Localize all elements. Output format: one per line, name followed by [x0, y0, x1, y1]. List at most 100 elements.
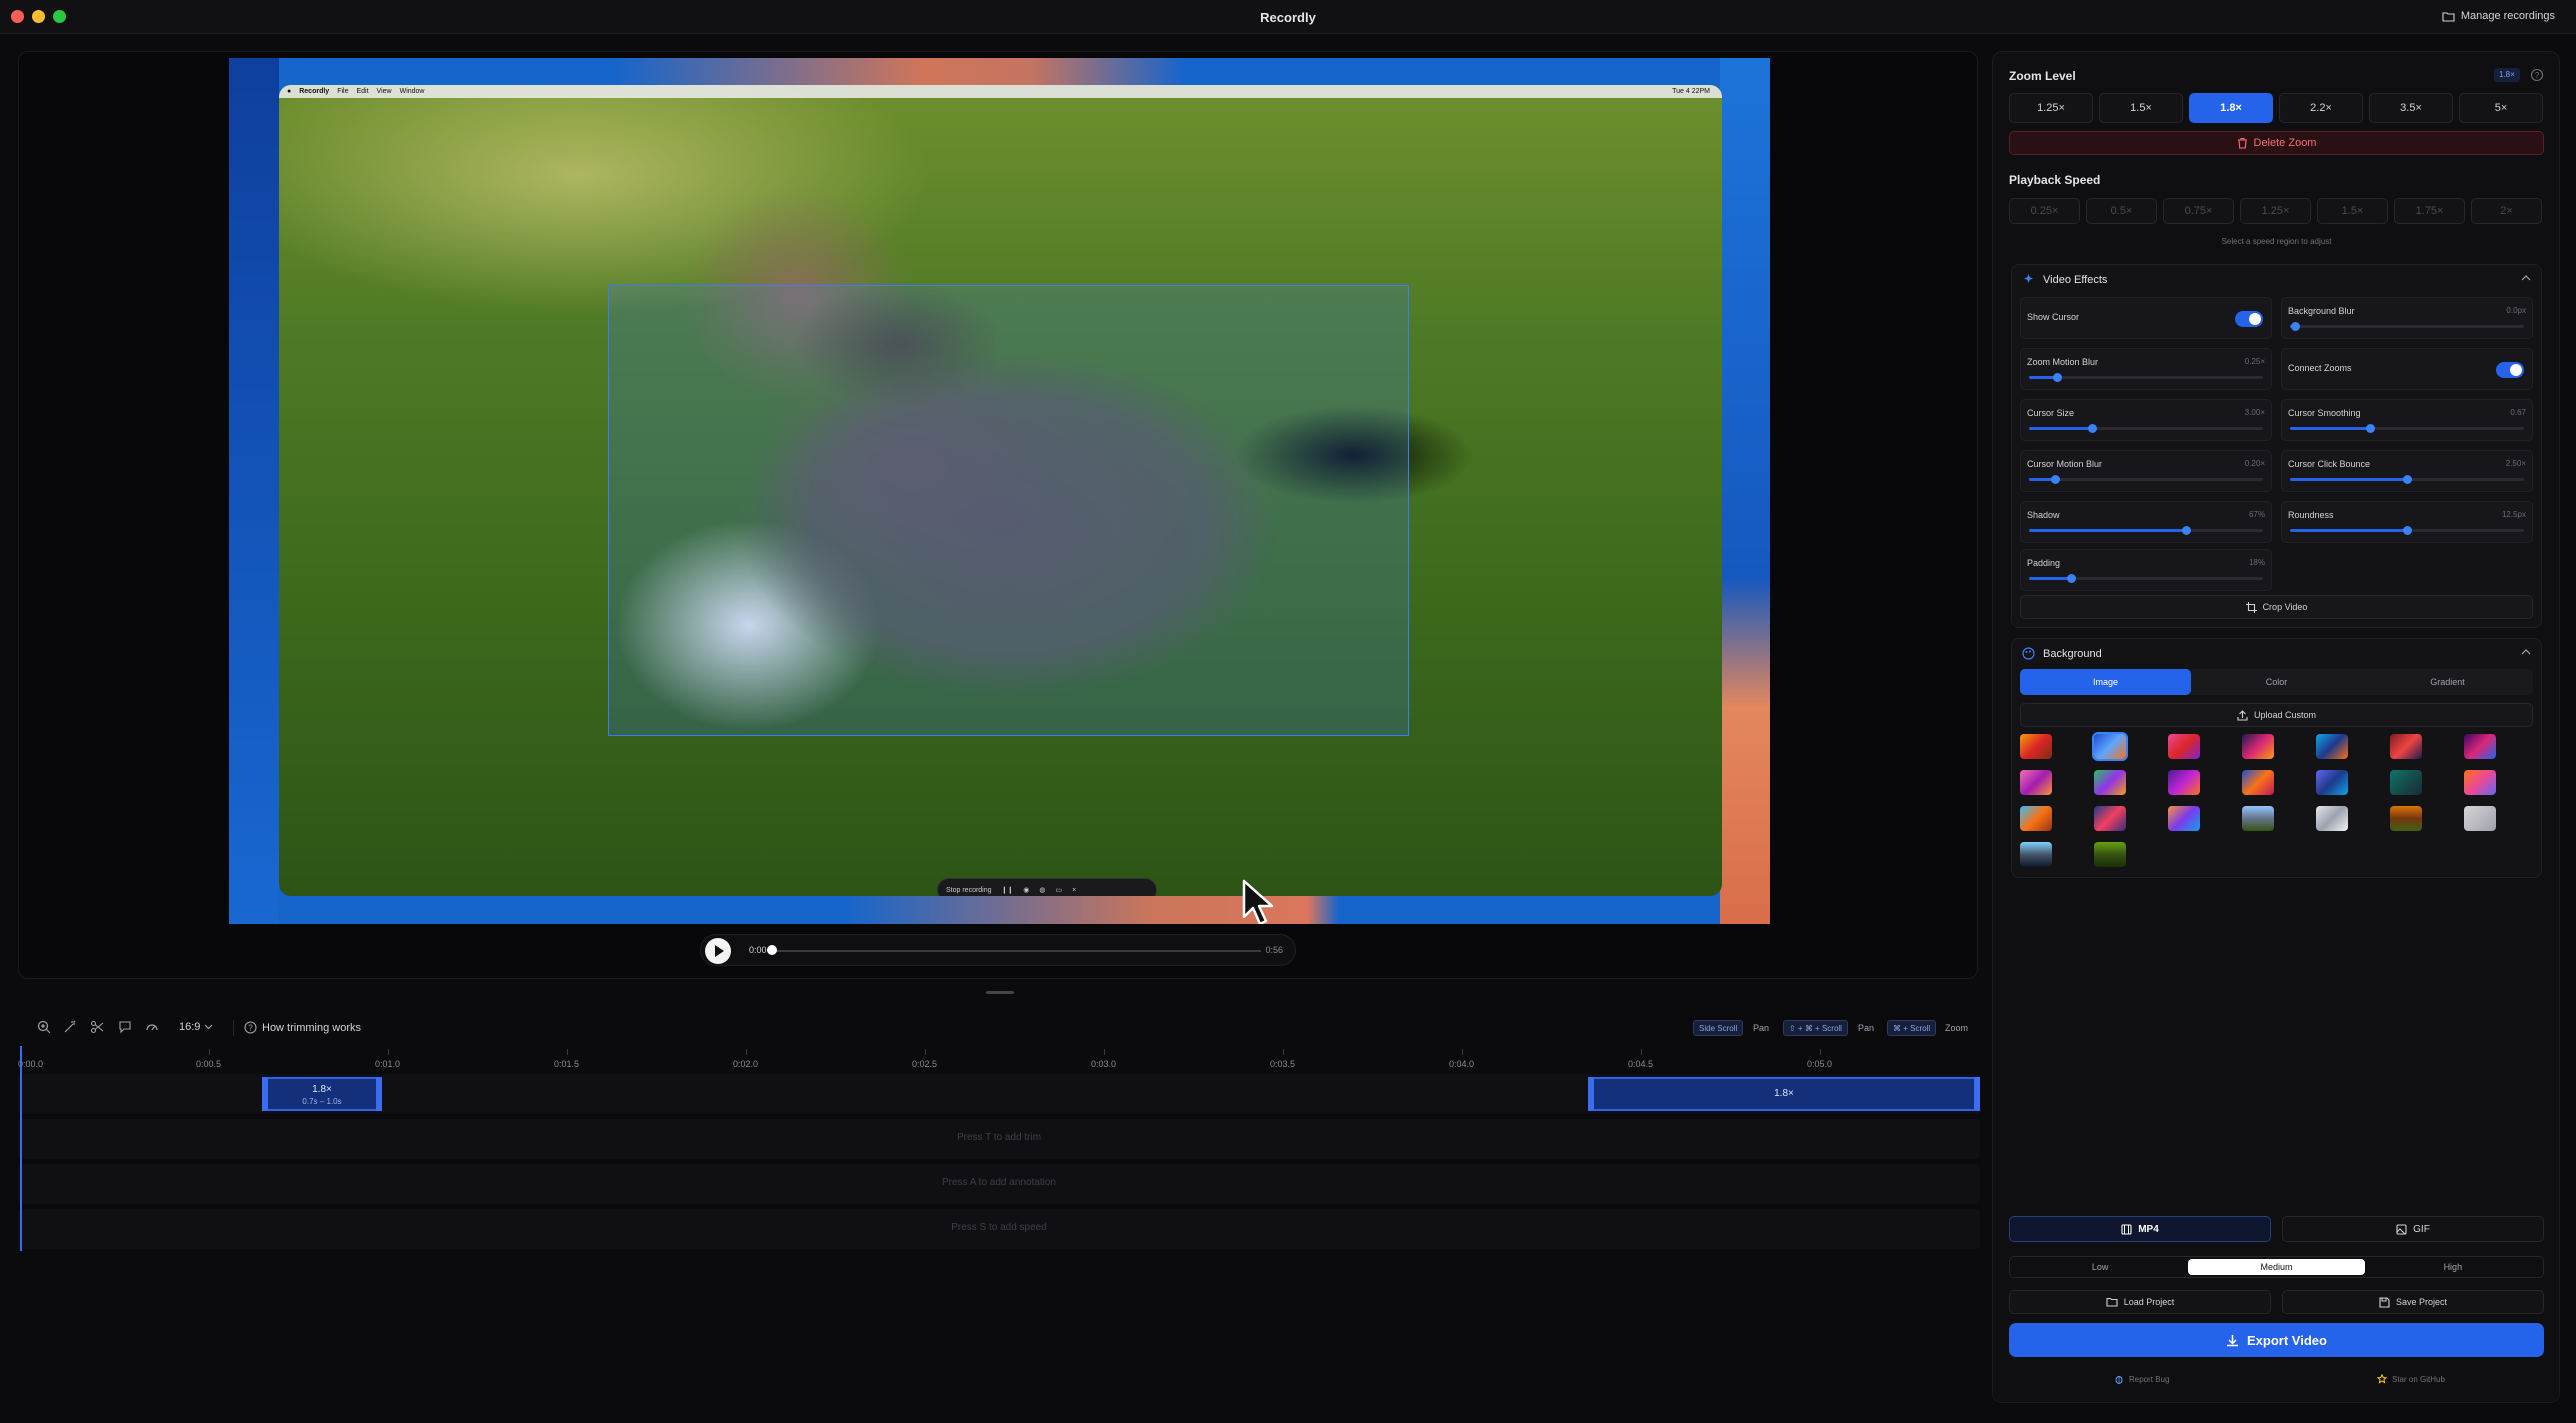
cursor-motion-blur-slider[interactable] — [2029, 475, 2263, 484]
speed-option-0-5[interactable]: 0.5× — [2086, 198, 2157, 224]
zoom-segment-label: 1.8× — [312, 1084, 332, 1095]
wallpaper-thumb[interactable] — [2168, 734, 2200, 759]
padding-slider[interactable] — [2029, 574, 2263, 583]
background-tab-color[interactable]: Color — [2191, 669, 2362, 695]
speed-option-2[interactable]: 2× — [2471, 198, 2542, 224]
zoom-option-1-25[interactable]: 1.25× — [2009, 93, 2093, 123]
recording-camera-icon: ◉ — [1023, 887, 1030, 894]
wallpaper-thumb[interactable] — [2094, 806, 2126, 831]
timeline-ruler[interactable]: 0:00.0 0:00.5 0:01.0 0:01.5 0:02.0 0:02.… — [18, 1046, 1980, 1074]
wallpaper-thumb[interactable] — [2168, 770, 2200, 795]
wallpaper-thumb[interactable] — [2092, 732, 2128, 761]
wallpaper-thumb[interactable] — [2464, 806, 2496, 831]
wallpaper-thumb[interactable] — [2390, 806, 2422, 831]
timeline-playhead[interactable] — [20, 1046, 22, 1251]
trim-lane[interactable]: Press T to add trim — [18, 1119, 1980, 1159]
speed-option-1-5[interactable]: 1.5× — [2317, 198, 2388, 224]
wallpaper-thumb[interactable] — [2020, 734, 2052, 759]
zoom-option-3-5[interactable]: 3.5× — [2369, 93, 2453, 123]
background-blur-slider[interactable] — [2290, 322, 2524, 331]
load-project-button[interactable]: Load Project — [2009, 1290, 2271, 1314]
zoom-segment[interactable]: 1.8× — [1588, 1077, 1980, 1111]
chevron-up-icon[interactable] — [2521, 649, 2531, 655]
manage-recordings-button[interactable]: Manage recordings — [2442, 10, 2555, 22]
star-github-link[interactable]: Star on GitHub — [2377, 1374, 2445, 1384]
zoom-option-1-8[interactable]: 1.8× — [2189, 93, 2273, 123]
background-tab-gradient[interactable]: Gradient — [2362, 669, 2533, 695]
panel-resize-handle[interactable] — [986, 991, 1014, 994]
wallpaper-thumb[interactable] — [2316, 770, 2348, 795]
wallpaper-thumb[interactable] — [2168, 806, 2200, 831]
speed-option-1-75[interactable]: 1.75× — [2394, 198, 2465, 224]
cursor-smoothing-slider[interactable] — [2290, 424, 2524, 433]
zoom-segment[interactable]: 1.8× 0.7s – 1.0s — [262, 1077, 382, 1111]
zoom-lane[interactable]: 1.8× 0.7s – 1.0s 1.8× — [18, 1074, 1980, 1114]
wallpaper-thumb[interactable] — [2242, 734, 2274, 759]
quality-medium[interactable]: Medium — [2188, 1259, 2365, 1275]
wallpaper-thumb[interactable] — [2094, 770, 2126, 795]
zoom-motion-blur-slider[interactable] — [2029, 373, 2263, 382]
zoom-option-2-2[interactable]: 2.2× — [2279, 93, 2363, 123]
how-trimming-works-button[interactable]: ? How trimming works — [244, 1021, 361, 1034]
chevron-up-icon[interactable] — [2521, 275, 2531, 281]
wallpaper-thumb[interactable] — [2242, 770, 2274, 795]
preview-canvas[interactable]: ● Recordly File Edit View Window Tue 4 2… — [229, 58, 1770, 924]
wallpaper-thumb[interactable] — [2464, 734, 2496, 759]
scrub-track[interactable] — [771, 950, 1261, 952]
wallpaper-thumb[interactable] — [2316, 806, 2348, 831]
speed-gauge-icon[interactable] — [145, 1020, 159, 1034]
zoom-focus-region[interactable] — [608, 285, 1409, 736]
cursor-click-bounce-control: Cursor Click Bounce 2.50× — [2281, 450, 2533, 492]
shadow-slider[interactable] — [2029, 526, 2263, 535]
background-tab-image[interactable]: Image — [2020, 669, 2191, 695]
speed-option-1-25[interactable]: 1.25× — [2240, 198, 2311, 224]
crop-video-button[interactable]: Crop Video — [2020, 595, 2533, 619]
speed-option-0-75[interactable]: 0.75× — [2163, 198, 2234, 224]
show-cursor-toggle[interactable] — [2235, 311, 2263, 327]
cursor-size-value: 3.00× — [2244, 408, 2265, 417]
load-project-label: Load Project — [2123, 1297, 2175, 1307]
scrub-handle[interactable] — [767, 945, 777, 955]
annotation-icon[interactable] — [118, 1020, 132, 1034]
wallpaper-thumb[interactable] — [2464, 770, 2496, 795]
video-effects-header[interactable]: Video Effects — [2022, 273, 2107, 286]
roundness-slider[interactable] — [2290, 526, 2524, 535]
cursor-size-slider[interactable] — [2029, 424, 2263, 433]
speed-option-0-25[interactable]: 0.25× — [2009, 198, 2080, 224]
aspect-ratio-select[interactable]: 16:9 — [179, 1021, 213, 1033]
tick-label: 0:00.5 — [196, 1059, 222, 1069]
wallpaper-thumb[interactable] — [2094, 842, 2126, 867]
save-project-button[interactable]: Save Project — [2282, 1290, 2544, 1314]
cursor-click-bounce-slider[interactable] — [2290, 475, 2524, 484]
delete-zoom-button[interactable]: Delete Zoom — [2009, 131, 2544, 155]
export-video-button[interactable]: Export Video — [2009, 1323, 2544, 1357]
wallpaper-thumb[interactable] — [2020, 842, 2052, 867]
wallpaper-thumb[interactable] — [2390, 734, 2422, 759]
annotation-lane[interactable]: Press A to add annotation — [18, 1164, 1980, 1204]
format-gif-button[interactable]: GIF — [2282, 1216, 2544, 1242]
quality-high[interactable]: High — [2365, 1259, 2541, 1275]
wallpaper-thumb[interactable] — [2316, 734, 2348, 759]
zoom-option-1-5[interactable]: 1.5× — [2099, 93, 2183, 123]
help-icon[interactable]: ? — [2530, 68, 2544, 82]
wallpaper-thumb[interactable] — [2390, 770, 2422, 795]
quality-low[interactable]: Low — [2012, 1259, 2188, 1275]
zoom-add-icon[interactable] — [37, 1020, 51, 1034]
magic-wand-icon[interactable] — [63, 1020, 77, 1034]
recorded-menu-file: File — [337, 88, 349, 95]
upload-custom-button[interactable]: Upload Custom — [2020, 703, 2533, 727]
speed-lane[interactable]: Press S to add speed — [18, 1209, 1980, 1249]
format-mp4-button[interactable]: MP4 — [2009, 1216, 2271, 1242]
recorded-menubar: ● Recordly File Edit View Window Tue 4 2… — [279, 85, 1722, 98]
play-button[interactable] — [705, 938, 731, 964]
tick-label: 0:04.0 — [1449, 1059, 1475, 1069]
scissors-icon[interactable] — [90, 1020, 104, 1034]
connect-zooms-toggle[interactable] — [2496, 362, 2524, 378]
palette-icon — [2022, 647, 2035, 660]
wallpaper-thumb[interactable] — [2242, 806, 2274, 831]
background-header[interactable]: Background — [2022, 647, 2102, 660]
wallpaper-thumb[interactable] — [2020, 806, 2052, 831]
zoom-option-5[interactable]: 5× — [2459, 93, 2543, 123]
wallpaper-thumb[interactable] — [2020, 770, 2052, 795]
report-bug-link[interactable]: Report Bug — [2114, 1374, 2169, 1384]
